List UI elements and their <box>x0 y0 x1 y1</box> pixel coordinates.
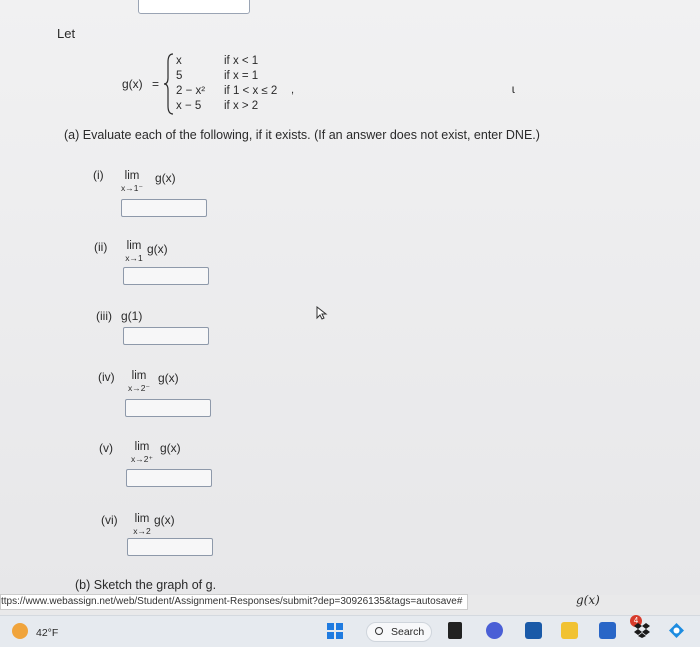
answer-iv-input[interactable] <box>125 399 211 417</box>
dropbox-icon[interactable] <box>633 622 651 639</box>
function-label: g(x) <box>122 77 143 91</box>
question-v-number: (v) <box>99 441 113 455</box>
limit-subscript: x→2⁺ <box>131 454 153 464</box>
question-iii-func: g(1) <box>121 309 143 323</box>
limit-subscript: x→2⁻ <box>128 383 150 393</box>
piece-1-cond: if x < 1 <box>224 55 259 67</box>
mouse-cursor-icon <box>316 306 328 320</box>
question-vi-number: (vi) <box>101 513 118 527</box>
limit-word: lim <box>134 441 150 453</box>
piece-2-cond: if x = 1 <box>224 70 259 82</box>
piece-1-expr: x <box>176 55 182 67</box>
answer-v-input[interactable] <box>126 469 212 487</box>
question-i-limit: lim x→1⁻ <box>118 170 146 194</box>
question-vi-func: g(x) <box>154 513 175 527</box>
question-iv-limit: lim x→2⁻ <box>124 370 154 394</box>
answer-vi-input[interactable] <box>127 538 213 556</box>
part-a-instructions: (a) Evaluate each of the following, if i… <box>64 128 540 142</box>
mail-icon[interactable] <box>599 622 616 639</box>
windows-start-icon[interactable] <box>327 623 343 639</box>
taskbar-search-button[interactable]: Search <box>366 622 432 642</box>
stray-mark: ɩ <box>512 82 515 96</box>
piece-4-expr: x − 5 <box>176 100 202 112</box>
question-i-func: g(x) <box>155 171 176 185</box>
taskbar <box>0 615 700 647</box>
limit-subscript: x→1 <box>125 253 143 263</box>
question-v-limit: lim x→2⁺ <box>127 441 157 465</box>
question-iv-number: (iv) <box>98 370 115 384</box>
piecewise-brace <box>163 53 174 115</box>
answer-iii-input[interactable] <box>123 327 209 345</box>
question-v-func: g(x) <box>160 441 181 455</box>
piece-2-expr: 5 <box>176 70 183 82</box>
graph-label: g(x) <box>576 593 600 607</box>
store-icon[interactable] <box>525 622 542 639</box>
question-ii-limit: lim x→1 <box>121 240 147 264</box>
assignment-page: Let g(x) = x if x < 1 5 if x = 1 2 − x² … <box>0 0 700 595</box>
definition-comma: , <box>291 84 295 96</box>
piece-3-cond: if 1 < x ≤ 2 <box>224 85 278 97</box>
limit-word: lim <box>124 170 140 182</box>
question-iv-func: g(x) <box>158 371 179 385</box>
answer-i-input[interactable] <box>121 199 207 217</box>
search-icon <box>375 627 383 635</box>
question-i-number: (i) <box>93 168 104 182</box>
equals-sign: = <box>152 77 160 91</box>
limit-subscript: x→2 <box>133 526 151 536</box>
app-icon[interactable] <box>668 622 685 639</box>
limit-word: lim <box>131 370 147 382</box>
search-label: Search <box>391 626 425 638</box>
file-explorer-icon[interactable] <box>561 622 578 639</box>
question-ii-number: (ii) <box>94 240 108 254</box>
answer-ii-input[interactable] <box>123 267 209 285</box>
intro-text: Let <box>57 26 76 41</box>
weather-temperature[interactable]: 42°F <box>36 627 58 639</box>
task-view-icon[interactable] <box>448 622 462 639</box>
previous-answer-input[interactable] <box>138 0 250 14</box>
limit-word: lim <box>126 240 142 252</box>
question-iii-number: (iii) <box>96 309 112 323</box>
status-url: ttps://www.webassign.net/web/Student/Ass… <box>0 594 469 610</box>
limit-subscript: x→1⁻ <box>121 183 143 193</box>
piece-4-cond: if x > 2 <box>224 100 259 112</box>
limit-word: lim <box>134 513 150 525</box>
piece-3-expr: 2 − x² <box>176 85 206 97</box>
chat-icon[interactable] <box>486 622 503 639</box>
weather-icon[interactable] <box>12 623 28 639</box>
question-vi-limit: lim x→2 <box>128 513 156 537</box>
part-b-instructions: (b) Sketch the graph of g. <box>75 578 217 592</box>
question-ii-func: g(x) <box>147 242 168 256</box>
